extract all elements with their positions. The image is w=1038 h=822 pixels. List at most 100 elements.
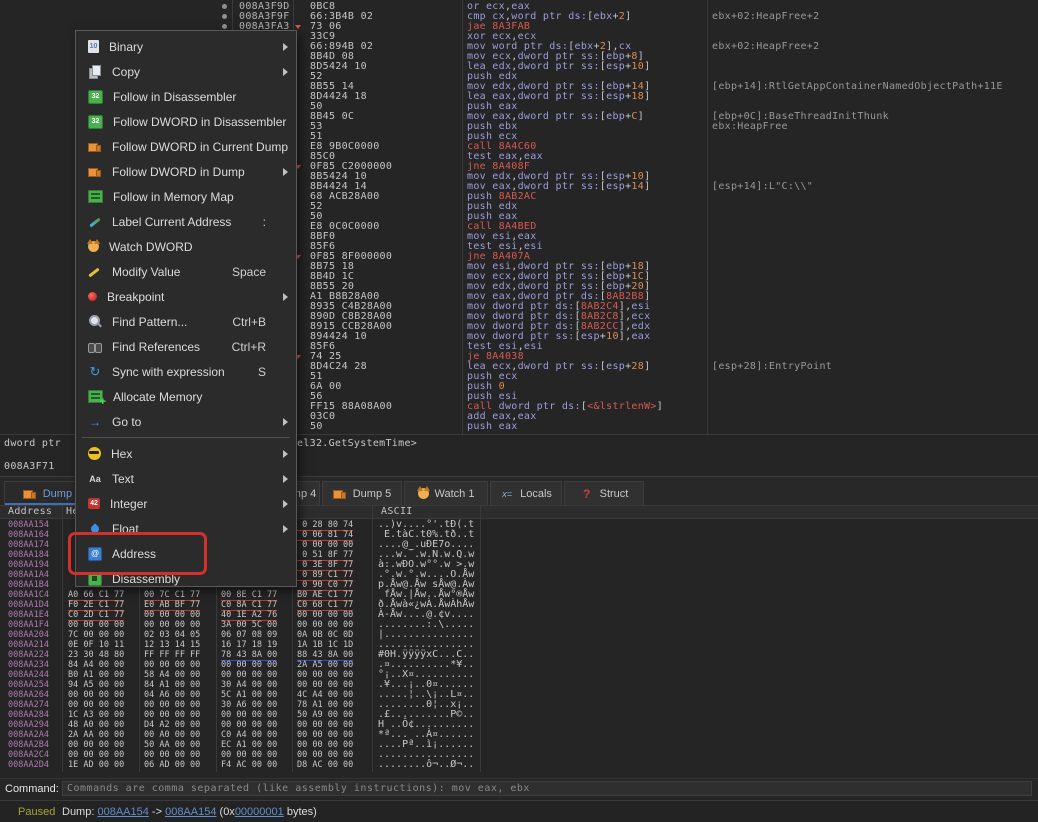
dump-hex-group: 00 00 00 00 bbox=[297, 730, 353, 740]
dump-row[interactable]: 008AA27400 00 00 0000 00 00 0030 A6 00 0… bbox=[0, 700, 1038, 710]
dump-hex-group: 00 00 00 00 bbox=[144, 620, 200, 630]
submenu-arrow-icon bbox=[283, 68, 288, 76]
dump-info-arrow: -> bbox=[152, 806, 162, 818]
menu-item-copy[interactable]: Copy bbox=[76, 59, 296, 84]
dump-hex-group: 1A 1B 1C 1D bbox=[297, 640, 353, 650]
dump-row[interactable]: 008AA2B400 00 00 0050 AA 00 00EC A1 00 0… bbox=[0, 740, 1038, 750]
dump-row[interactable]: 008AA1F400 00 00 0000 00 00 003A 00 5C 0… bbox=[0, 620, 1038, 630]
memory-map-icon bbox=[88, 190, 103, 203]
dump-hex-group: 00 00 00 00 bbox=[68, 700, 124, 710]
menu-item-text[interactable]: Text bbox=[76, 466, 296, 491]
menu-item-label: Allocate Memory bbox=[113, 390, 288, 404]
dump-hex-group: 50 AA 00 00 bbox=[144, 740, 200, 750]
menu-item-follow-in-disassembler[interactable]: Follow in Disassembler bbox=[76, 84, 296, 109]
menu-item-follow-dword-in-current-dump[interactable]: Follow DWORD in Current Dump bbox=[76, 134, 296, 159]
dump-truck-icon bbox=[88, 140, 102, 154]
menu-item-follow-in-memory-map[interactable]: Follow in Memory Map bbox=[76, 184, 296, 209]
dump-address: 008AA2D4 bbox=[8, 760, 49, 770]
dump-size-link[interactable]: 00000001 bbox=[235, 806, 284, 818]
dump-address: 008AA204 bbox=[8, 630, 49, 640]
tab-dump-5[interactable]: Dump 5 bbox=[322, 481, 402, 505]
dump-header-address: Address bbox=[8, 506, 52, 518]
dump-hex-group: F4 AC 00 00 bbox=[221, 760, 277, 770]
dump-hex-group: 00 00 00 00 bbox=[297, 680, 353, 690]
menu-item-allocate-memory[interactable]: Allocate Memory bbox=[76, 384, 296, 409]
dump-hex-group: 00 00 00 00 bbox=[221, 750, 277, 760]
dump-hex-group: 00 00 00 00 bbox=[144, 660, 200, 670]
tab-locals[interactable]: Locals bbox=[490, 481, 562, 505]
menu-item-find-references[interactable]: Find ReferencesCtrl+R bbox=[76, 334, 296, 359]
integer-badge-icon bbox=[88, 498, 100, 509]
dump-address: 008AA2A4 bbox=[8, 730, 49, 740]
menu-item-label: Integer bbox=[110, 497, 288, 511]
dump-to-address-link[interactable]: 008AA154 bbox=[165, 806, 216, 818]
watch-cat-icon bbox=[418, 488, 429, 499]
menu-item-watch-dword[interactable]: Watch DWORD bbox=[76, 234, 296, 259]
submenu-arrow-icon bbox=[283, 43, 288, 51]
dump-hex-group: D8 AC 00 00 bbox=[297, 760, 353, 770]
dump-hex-group: 00 A0 00 00 bbox=[144, 730, 200, 740]
menu-item-hex[interactable]: Hex bbox=[76, 441, 296, 466]
menu-item-follow-dword-in-disassembler[interactable]: Follow DWORD in Disassembler bbox=[76, 109, 296, 134]
menu-item-go-to[interactable]: Go to bbox=[76, 409, 296, 434]
dump-address: 008AA224 bbox=[8, 650, 49, 660]
command-input[interactable] bbox=[62, 781, 1032, 796]
dump-row[interactable]: 008AA26400 00 00 0004 A6 00 005C A1 00 0… bbox=[0, 690, 1038, 700]
menu-item-follow-dword-in-dump[interactable]: Follow DWORD in Dump bbox=[76, 159, 296, 184]
menu-item-binary[interactable]: Binary bbox=[76, 34, 296, 59]
dump-row[interactable]: 008AA2C400 00 00 0000 00 00 0000 00 00 0… bbox=[0, 750, 1038, 760]
dump-address: 008AA254 bbox=[8, 680, 49, 690]
dump-row[interactable]: 008AA1D4F0 2E C1 77E0 AB BF 77C0 8A C1 7… bbox=[0, 600, 1038, 610]
dump-address: 008AA1C4 bbox=[8, 590, 49, 600]
pencil-icon bbox=[88, 265, 102, 279]
locals-icon bbox=[500, 487, 514, 501]
dump-hex-group: 78 A1 00 00 bbox=[297, 700, 353, 710]
dump-hex-group: 00 00 00 00 bbox=[297, 740, 353, 750]
dump-hex-group: 04 A6 00 00 bbox=[144, 690, 200, 700]
menu-item-find-pattern[interactable]: Find Pattern...Ctrl+B bbox=[76, 309, 296, 334]
dump-row[interactable]: 008AA2D41E AD 00 0006 AD 00 00F4 AC 00 0… bbox=[0, 760, 1038, 770]
text-aa-icon bbox=[88, 472, 102, 486]
dump-hex-group: 2A AA 00 00 bbox=[68, 730, 124, 740]
dump-row[interactable]: 008AA1E4C0 2D C1 7700 00 00 0040 1E A2 7… bbox=[0, 610, 1038, 620]
dump-context-menu: BinaryCopyFollow in DisassemblerFollow D… bbox=[75, 30, 297, 587]
dump-hex-group: D4 A2 00 00 bbox=[144, 720, 200, 730]
struct-icon bbox=[580, 487, 594, 501]
dump-row[interactable]: 008AA1C4A0 66 C1 7700 7C C1 7700 8E C1 7… bbox=[0, 590, 1038, 600]
dump-row[interactable]: 008AA2A42A AA 00 0000 A0 00 00C0 A4 00 0… bbox=[0, 730, 1038, 740]
dump-hex-group: 00 00 00 00 bbox=[221, 660, 277, 670]
menu-item-label: Go to bbox=[112, 415, 288, 429]
magnifier-icon bbox=[88, 315, 102, 329]
menu-item-label-current-address[interactable]: Label Current Address: bbox=[76, 209, 296, 234]
menu-item-integer[interactable]: Integer bbox=[76, 491, 296, 516]
dump-row[interactable]: 008AA2140E 0F 10 1112 13 14 1516 17 18 1… bbox=[0, 640, 1038, 650]
label-marker-icon bbox=[88, 215, 102, 229]
tab-label: Dump 5 bbox=[353, 488, 392, 500]
dump-hex-group: 00 00 00 00 bbox=[144, 700, 200, 710]
dump-hex-group: 0A 0B 0C 0D bbox=[297, 630, 353, 640]
tab-watch-1[interactable]: Watch 1 bbox=[404, 481, 488, 505]
menu-item-breakpoint[interactable]: Breakpoint bbox=[76, 284, 296, 309]
dump-row[interactable]: 008AA2841C A3 00 0000 00 00 0000 00 00 0… bbox=[0, 710, 1038, 720]
debugger-state-label: Paused bbox=[18, 806, 55, 818]
dump-address: 008AA234 bbox=[8, 660, 49, 670]
breakpoint-dot-icon bbox=[88, 292, 97, 301]
dump-from-address-link[interactable]: 008AA154 bbox=[97, 806, 148, 818]
dump-address: 008AA154 bbox=[8, 520, 49, 530]
menu-item-modify-value[interactable]: Modify ValueSpace bbox=[76, 259, 296, 284]
column-divider bbox=[480, 506, 481, 772]
dump-row[interactable]: 008AA29448 A0 00 00D4 A2 00 0000 00 00 0… bbox=[0, 720, 1038, 730]
tab-struct[interactable]: Struct bbox=[564, 481, 644, 505]
menu-item-sync-with-expression[interactable]: Sync with expressionS bbox=[76, 359, 296, 384]
dump-row[interactable]: 008AA2047C 00 00 0002 03 04 0506 07 08 0… bbox=[0, 630, 1038, 640]
dump-row[interactable]: 008AA244B0 A1 00 0058 A4 00 0000 00 00 0… bbox=[0, 670, 1038, 680]
dump-row[interactable]: 008AA23484 A4 00 0000 00 00 0000 00 00 0… bbox=[0, 660, 1038, 670]
binoculars-icon bbox=[88, 340, 102, 354]
dump-hex-group: 00 00 00 00 bbox=[144, 750, 200, 760]
dump-address: 008AA184 bbox=[8, 550, 49, 560]
dump-hex-group: 00 00 00 00 bbox=[297, 750, 353, 760]
dump-row[interactable]: 008AA25494 A5 00 0084 A1 00 0030 A4 00 0… bbox=[0, 680, 1038, 690]
menu-item-label: Modify Value bbox=[112, 265, 232, 279]
dump-truck-icon bbox=[88, 165, 102, 179]
dump-row[interactable]: 008AA22423 30 48 80FF FF FF FF78 43 8A 0… bbox=[0, 650, 1038, 660]
